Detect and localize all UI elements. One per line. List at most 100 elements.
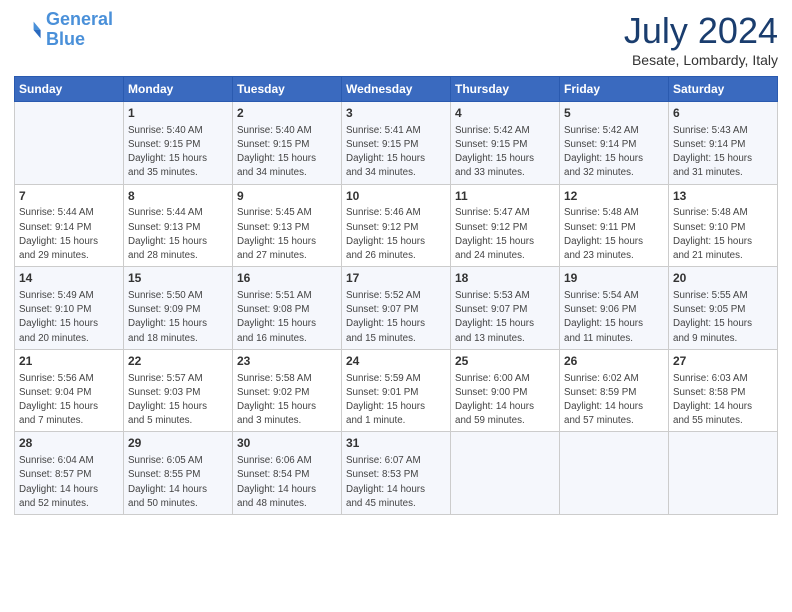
day-number: 17 xyxy=(346,270,446,287)
day-number: 6 xyxy=(673,105,773,122)
day-info: Sunrise: 5:59 AM Sunset: 9:01 PM Dayligh… xyxy=(346,372,446,429)
day-number: 18 xyxy=(455,270,555,287)
day-info: Sunrise: 6:00 AM Sunset: 9:00 PM Dayligh… xyxy=(455,372,555,429)
calendar-cell xyxy=(15,102,124,185)
calendar-cell: 7Sunrise: 5:44 AM Sunset: 9:14 PM Daylig… xyxy=(15,184,124,267)
day-number: 19 xyxy=(564,270,664,287)
day-info: Sunrise: 5:52 AM Sunset: 9:07 PM Dayligh… xyxy=(346,289,446,346)
calendar-cell: 27Sunrise: 6:03 AM Sunset: 8:58 PM Dayli… xyxy=(669,349,778,432)
calendar-cell: 15 Sunrise: 5:50 AM Sunset: 9:09 PM Dayli… xyxy=(124,267,233,350)
calendar-week-2: 7Sunrise: 5:44 AM Sunset: 9:14 PM Daylig… xyxy=(15,184,778,267)
day-info: Sunrise: 6:07 AM Sunset: 8:53 PM Dayligh… xyxy=(346,454,446,511)
calendar-cell: 20 Sunrise: 5:55 AM Sunset: 9:05 PM Dayli… xyxy=(669,267,778,350)
calendar-cell xyxy=(560,432,669,515)
day-number: 1 xyxy=(128,105,228,122)
day-info: Sunrise: 5:58 AM Sunset: 9:02 PM Dayligh… xyxy=(237,372,337,429)
calendar-cell: 24 Sunrise: 5:59 AM Sunset: 9:01 PM Dayli… xyxy=(342,349,451,432)
day-number: 24 xyxy=(346,353,446,370)
day-number: 28 xyxy=(19,435,119,452)
day-info: Sunrise: 6:04 AM Sunset: 8:57 PM Dayligh… xyxy=(19,454,119,511)
calendar-cell: 3 Sunrise: 5:41 AM Sunset: 9:15 PM Daylig… xyxy=(342,102,451,185)
day-info: Sunrise: 5:48 AM Sunset: 9:10 PM Dayligh… xyxy=(673,206,773,263)
day-header-sunday: Sunday xyxy=(15,77,124,102)
day-info: Sunrise: 5:42 AM Sunset: 9:14 PM Dayligh… xyxy=(564,124,664,181)
calendar-cell: 10Sunrise: 5:46 AM Sunset: 9:12 PM Dayli… xyxy=(342,184,451,267)
day-info: Sunrise: 5:45 AM Sunset: 9:13 PM Dayligh… xyxy=(237,206,337,263)
day-info: Sunrise: 5:46 AM Sunset: 9:12 PM Dayligh… xyxy=(346,206,446,263)
logo: General Blue xyxy=(14,10,113,50)
day-info: Sunrise: 5:44 AM Sunset: 9:13 PM Dayligh… xyxy=(128,206,228,263)
day-header-saturday: Saturday xyxy=(669,77,778,102)
calendar-week-3: 14 Sunrise: 5:49 AM Sunset: 9:10 PM Dayli… xyxy=(15,267,778,350)
day-number: 8 xyxy=(128,188,228,205)
calendar-cell: 19 Sunrise: 5:54 AM Sunset: 9:06 PM Dayli… xyxy=(560,267,669,350)
day-number: 26 xyxy=(564,353,664,370)
day-number: 14 xyxy=(19,270,119,287)
day-info: Sunrise: 5:49 AM Sunset: 9:10 PM Dayligh… xyxy=(19,289,119,346)
day-info: Sunrise: 6:06 AM Sunset: 8:54 PM Dayligh… xyxy=(237,454,337,511)
calendar-cell: 11Sunrise: 5:47 AM Sunset: 9:12 PM Dayli… xyxy=(451,184,560,267)
calendar-cell: 16Sunrise: 5:51 AM Sunset: 9:08 PM Dayli… xyxy=(233,267,342,350)
calendar-cell: 17 Sunrise: 5:52 AM Sunset: 9:07 PM Dayli… xyxy=(342,267,451,350)
day-number: 15 xyxy=(128,270,228,287)
calendar-cell: 5 Sunrise: 5:42 AM Sunset: 9:14 PM Daylig… xyxy=(560,102,669,185)
day-info: Sunrise: 5:42 AM Sunset: 9:15 PM Dayligh… xyxy=(455,124,555,181)
title-block: July 2024 Besate, Lombardy, Italy xyxy=(624,10,778,68)
day-number: 11 xyxy=(455,188,555,205)
logo-icon xyxy=(14,16,42,44)
location: Besate, Lombardy, Italy xyxy=(624,52,778,68)
calendar-cell: 25Sunrise: 6:00 AM Sunset: 9:00 PM Dayli… xyxy=(451,349,560,432)
day-number: 3 xyxy=(346,105,446,122)
calendar-cell: 1 Sunrise: 5:40 AM Sunset: 9:15 PM Daylig… xyxy=(124,102,233,185)
day-header-friday: Friday xyxy=(560,77,669,102)
day-number: 13 xyxy=(673,188,773,205)
calendar-cell: 6 Sunrise: 5:43 AM Sunset: 9:14 PM Daylig… xyxy=(669,102,778,185)
day-number: 20 xyxy=(673,270,773,287)
calendar-cell: 29Sunrise: 6:05 AM Sunset: 8:55 PM Dayli… xyxy=(124,432,233,515)
calendar-cell: 12Sunrise: 5:48 AM Sunset: 9:11 PM Dayli… xyxy=(560,184,669,267)
calendar-cell: 21Sunrise: 5:56 AM Sunset: 9:04 PM Dayli… xyxy=(15,349,124,432)
day-header-tuesday: Tuesday xyxy=(233,77,342,102)
calendar-cell: 8Sunrise: 5:44 AM Sunset: 9:13 PM Daylig… xyxy=(124,184,233,267)
day-info: Sunrise: 6:02 AM Sunset: 8:59 PM Dayligh… xyxy=(564,372,664,429)
day-info: Sunrise: 5:41 AM Sunset: 9:15 PM Dayligh… xyxy=(346,124,446,181)
calendar-cell xyxy=(451,432,560,515)
calendar-cell: 26 Sunrise: 6:02 AM Sunset: 8:59 PM Dayli… xyxy=(560,349,669,432)
calendar-cell: 28 Sunrise: 6:04 AM Sunset: 8:57 PM Dayli… xyxy=(15,432,124,515)
day-number: 9 xyxy=(237,188,337,205)
day-info: Sunrise: 5:53 AM Sunset: 9:07 PM Dayligh… xyxy=(455,289,555,346)
calendar-cell: 18 Sunrise: 5:53 AM Sunset: 9:07 PM Dayli… xyxy=(451,267,560,350)
day-info: Sunrise: 5:43 AM Sunset: 9:14 PM Dayligh… xyxy=(673,124,773,181)
day-number: 5 xyxy=(564,105,664,122)
day-number: 23 xyxy=(237,353,337,370)
day-header-wednesday: Wednesday xyxy=(342,77,451,102)
calendar-cell: 23 Sunrise: 5:58 AM Sunset: 9:02 PM Dayli… xyxy=(233,349,342,432)
day-header-monday: Monday xyxy=(124,77,233,102)
calendar-week-4: 21Sunrise: 5:56 AM Sunset: 9:04 PM Dayli… xyxy=(15,349,778,432)
calendar-cell: 30Sunrise: 6:06 AM Sunset: 8:54 PM Dayli… xyxy=(233,432,342,515)
calendar-cell: 22 Sunrise: 5:57 AM Sunset: 9:03 PM Dayli… xyxy=(124,349,233,432)
day-info: Sunrise: 5:56 AM Sunset: 9:04 PM Dayligh… xyxy=(19,372,119,429)
day-info: Sunrise: 5:50 AM Sunset: 9:09 PM Dayligh… xyxy=(128,289,228,346)
day-info: Sunrise: 5:40 AM Sunset: 9:15 PM Dayligh… xyxy=(237,124,337,181)
day-number: 27 xyxy=(673,353,773,370)
day-number: 2 xyxy=(237,105,337,122)
day-number: 31 xyxy=(346,435,446,452)
calendar-week-5: 28 Sunrise: 6:04 AM Sunset: 8:57 PM Dayli… xyxy=(15,432,778,515)
day-info: Sunrise: 5:54 AM Sunset: 9:06 PM Dayligh… xyxy=(564,289,664,346)
day-number: 29 xyxy=(128,435,228,452)
calendar-cell: 4Sunrise: 5:42 AM Sunset: 9:15 PM Daylig… xyxy=(451,102,560,185)
day-info: Sunrise: 5:57 AM Sunset: 9:03 PM Dayligh… xyxy=(128,372,228,429)
day-info: Sunrise: 5:51 AM Sunset: 9:08 PM Dayligh… xyxy=(237,289,337,346)
calendar-table: SundayMondayTuesdayWednesdayThursdayFrid… xyxy=(14,76,778,515)
calendar-header-row: SundayMondayTuesdayWednesdayThursdayFrid… xyxy=(15,77,778,102)
calendar-cell: 2 Sunrise: 5:40 AM Sunset: 9:15 PM Daylig… xyxy=(233,102,342,185)
day-info: Sunrise: 5:40 AM Sunset: 9:15 PM Dayligh… xyxy=(128,124,228,181)
day-info: Sunrise: 5:55 AM Sunset: 9:05 PM Dayligh… xyxy=(673,289,773,346)
day-number: 22 xyxy=(128,353,228,370)
day-info: Sunrise: 5:47 AM Sunset: 9:12 PM Dayligh… xyxy=(455,206,555,263)
day-number: 7 xyxy=(19,188,119,205)
calendar-cell xyxy=(669,432,778,515)
calendar-header: General Blue July 2024 Besate, Lombardy,… xyxy=(14,10,778,68)
day-number: 10 xyxy=(346,188,446,205)
